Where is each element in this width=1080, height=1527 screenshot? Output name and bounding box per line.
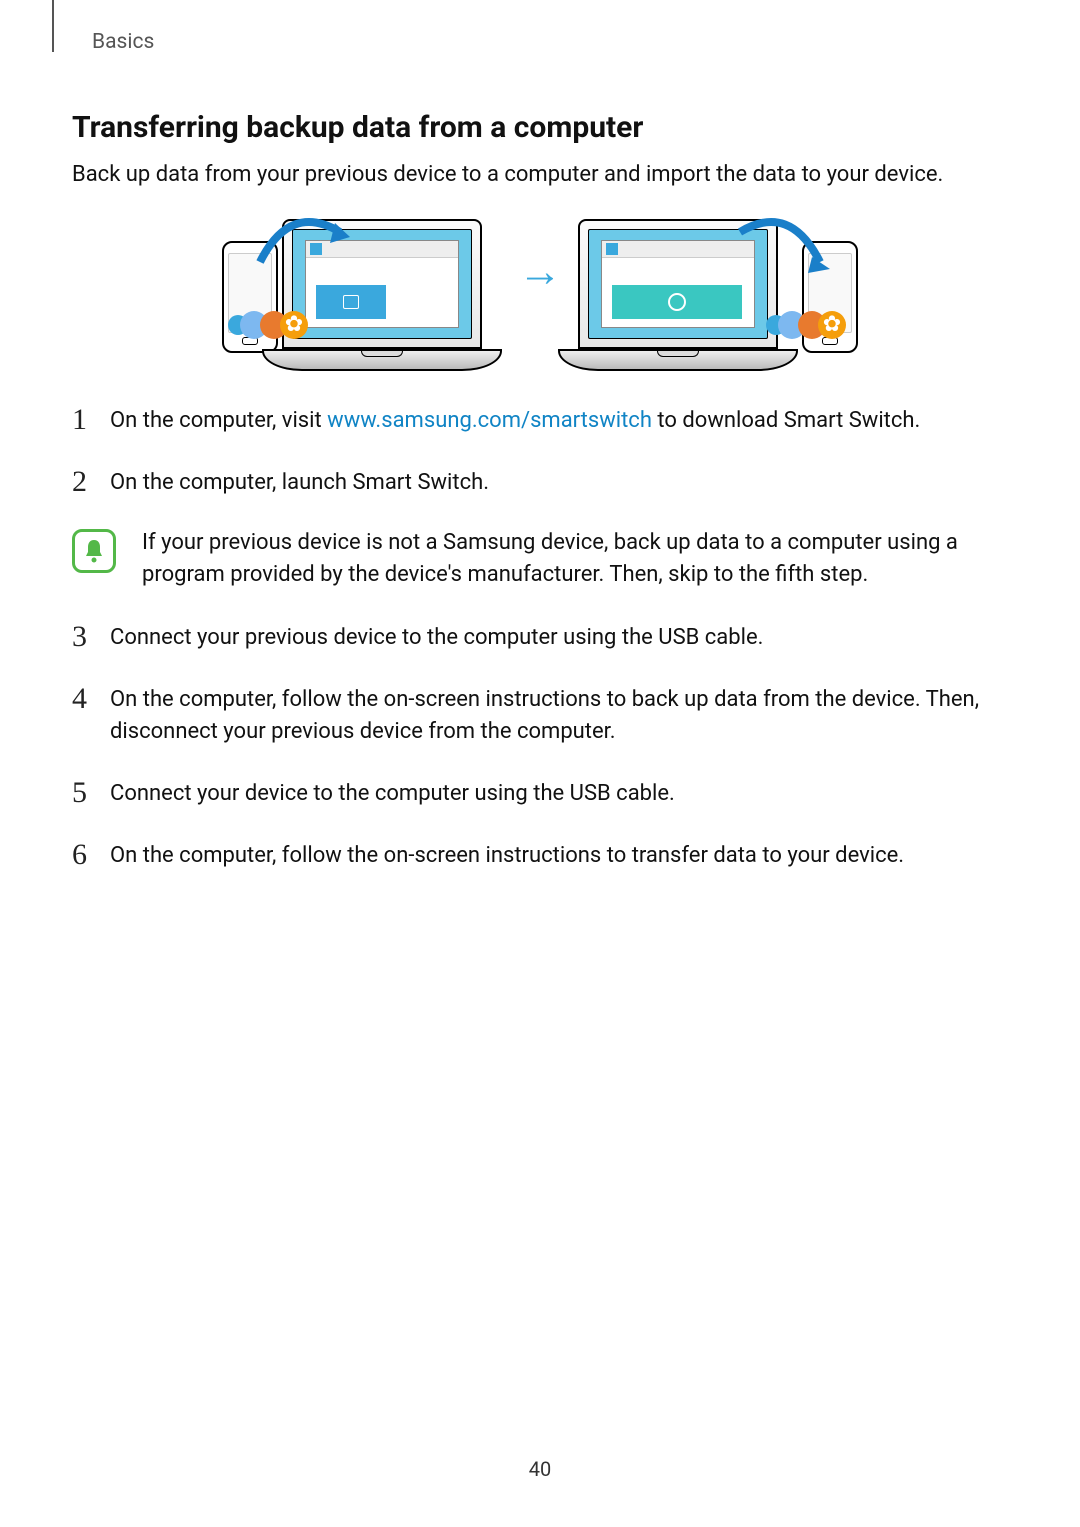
step-3: 3 Connect your previous device to the co…: [72, 620, 1008, 654]
arrow-right-icon: →: [518, 245, 562, 297]
step-text: On the computer, visit www.samsung.com/s…: [110, 403, 1008, 437]
bell-icon: [72, 529, 116, 573]
step-text: On the computer, launch Smart Switch.: [110, 465, 1008, 499]
breadcrumb: Basics: [92, 30, 1008, 54]
step-4: 4 On the computer, follow the on-screen …: [72, 682, 1008, 748]
step-number: 4: [72, 682, 92, 715]
arrow-arc-icon: [730, 207, 830, 277]
step-number: 2: [72, 465, 92, 498]
step-2: 2 On the computer, launch Smart Switch.: [72, 465, 1008, 499]
step-text: On the computer, follow the on-screen in…: [110, 682, 1008, 748]
note-callout: If your previous device is not a Samsung…: [72, 527, 1008, 591]
step-number: 6: [72, 838, 92, 871]
intro-text: Back up data from your previous device t…: [72, 159, 1008, 191]
section-title: Transferring backup data from a computer: [72, 110, 1008, 145]
step-6: 6 On the computer, follow the on-screen …: [72, 838, 1008, 872]
page-number: 40: [529, 1457, 551, 1481]
note-text: If your previous device is not a Samsung…: [142, 527, 1008, 591]
step-text: On the computer, follow the on-screen in…: [110, 838, 1008, 872]
media-icons-cluster: ✿: [772, 311, 846, 339]
step-1: 1 On the computer, visit www.samsung.com…: [72, 403, 1008, 437]
step-number: 5: [72, 776, 92, 809]
arrow-arc-icon: [250, 207, 350, 277]
smartswitch-link[interactable]: www.samsung.com/smartswitch: [327, 408, 652, 433]
step-number: 1: [72, 403, 92, 436]
step-text: Connect your device to the computer usin…: [110, 776, 1008, 810]
step-5: 5 Connect your device to the computer us…: [72, 776, 1008, 810]
step-text: Connect your previous device to the comp…: [110, 620, 1008, 654]
transfer-diagram: ✿ →: [72, 219, 1008, 373]
step-number: 3: [72, 620, 92, 653]
media-icons-cluster: ✿: [234, 311, 308, 339]
